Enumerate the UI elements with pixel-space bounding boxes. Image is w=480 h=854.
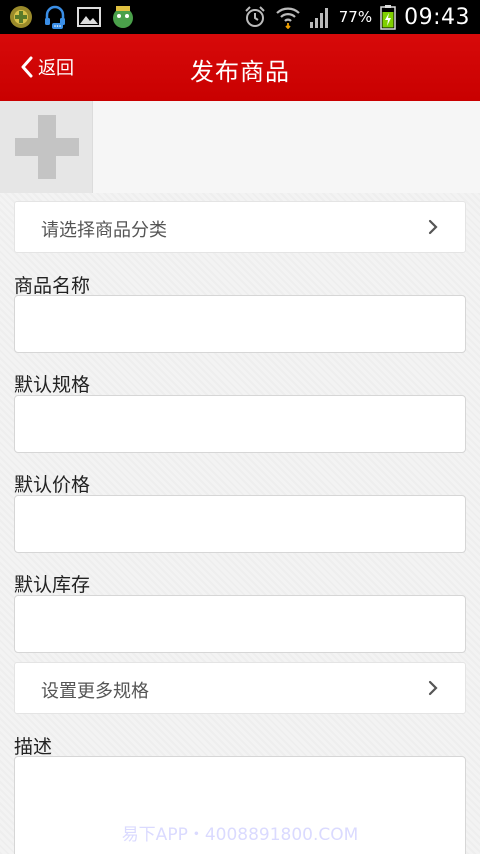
clock-time: 09:43 (404, 4, 470, 30)
more-specs-button[interactable]: 设置更多规格 (14, 662, 466, 714)
app-notification-icon (10, 6, 32, 28)
signal-icon (309, 8, 328, 28)
chevron-right-icon (428, 219, 438, 235)
game-icon (113, 6, 133, 28)
description-input[interactable] (14, 756, 466, 854)
system-status: 77% 09:43 (243, 0, 470, 34)
headset-chat-icon (45, 5, 65, 29)
add-image-button[interactable] (0, 101, 93, 193)
category-select-label: 请选择商品分类 (41, 220, 167, 241)
notification-icons (8, 4, 136, 30)
default-stock-label: 默认库存 (14, 574, 91, 596)
default-price-input[interactable] (14, 495, 466, 553)
default-spec-label: 默认规格 (14, 374, 91, 396)
alarm-icon (245, 6, 265, 27)
battery-charging-icon (380, 5, 396, 30)
wifi-icon (275, 7, 300, 29)
product-name-input[interactable] (14, 295, 466, 353)
description-label: 描述 (14, 736, 53, 758)
more-specs-label: 设置更多规格 (41, 681, 149, 702)
default-spec-input[interactable] (14, 395, 466, 453)
default-stock-input[interactable] (14, 595, 466, 653)
status-bar: 77% 09:43 (0, 0, 480, 34)
page-title: 发布商品 (190, 58, 290, 86)
chevron-right-icon (428, 680, 438, 696)
battery-percent: 77% (338, 8, 373, 26)
category-select[interactable]: 请选择商品分类 (14, 201, 466, 253)
image-icon (77, 7, 101, 27)
product-name-label: 商品名称 (14, 275, 91, 297)
app-header: 返回 发布商品 (0, 34, 480, 101)
image-upload-strip (0, 101, 480, 193)
default-price-label: 默认价格 (14, 474, 91, 496)
